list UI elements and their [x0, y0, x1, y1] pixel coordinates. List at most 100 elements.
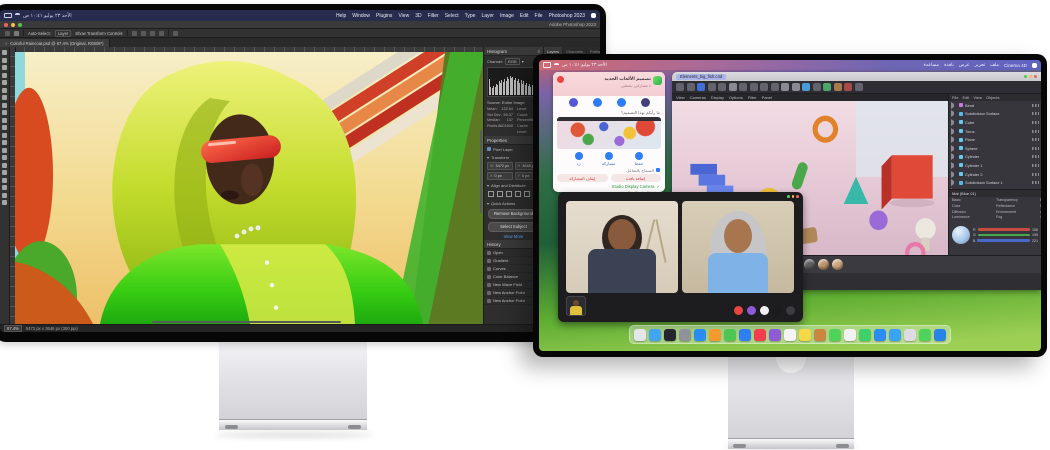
facetime-self-view[interactable]: [566, 296, 586, 316]
dock-notes[interactable]: [799, 329, 811, 341]
object-row[interactable]: Sphere: [949, 144, 1041, 153]
viewport-menu-item[interactable]: Filter: [748, 95, 757, 100]
end-call-button[interactable]: [734, 306, 743, 315]
horizontal-scrollbar[interactable]: [152, 321, 341, 323]
object-visibility-dots[interactable]: [1032, 138, 1039, 141]
object-visibility-dots[interactable]: [1032, 121, 1039, 124]
expand-caret-icon[interactable]: [951, 110, 957, 117]
checkbox-icon[interactable]: [656, 168, 660, 172]
menu-item[interactable]: Layer: [481, 13, 494, 19]
menu-item[interactable]: نافذة: [944, 62, 954, 68]
dock-photos[interactable]: [844, 329, 856, 341]
expand-caret-icon[interactable]: [951, 153, 957, 160]
align-center-icon[interactable]: [141, 31, 146, 36]
dynamics-icon[interactable]: [844, 83, 852, 91]
apple-menu-icon[interactable]: [1032, 63, 1037, 68]
object-visibility-dots[interactable]: [1032, 112, 1039, 115]
point-mode-icon[interactable]: [750, 83, 758, 91]
undo-icon[interactable]: [676, 83, 684, 91]
zoom-level-field[interactable]: 67.4%: [4, 325, 22, 332]
lasso-tool[interactable]: [2, 65, 7, 70]
dock-downloads-folder[interactable]: [649, 329, 661, 341]
align-left-icon[interactable]: [488, 191, 494, 197]
cinema4d-document-tab[interactable]: Elements_big_fish.c4d: [676, 74, 726, 80]
object-row[interactable]: Subdivision Surface: [949, 110, 1041, 119]
rgb-slider-row[interactable]: G 195: [973, 233, 1038, 237]
model-mode-icon[interactable]: [739, 83, 747, 91]
mograph-icon[interactable]: [823, 83, 831, 91]
menu-item[interactable]: Image: [500, 13, 514, 19]
rotate-tool-icon[interactable]: [718, 83, 726, 91]
zoom-window-button[interactable]: [1024, 75, 1027, 78]
material-preview-sphere[interactable]: [952, 226, 970, 244]
viewport-menu-item[interactable]: Cameras: [690, 95, 706, 100]
screenshare-button[interactable]: [747, 306, 756, 315]
history-brush-tool[interactable]: [2, 125, 7, 130]
material-editor-header[interactable]: Mat (Blue 01): [949, 189, 1041, 197]
move-tool-icon[interactable]: [697, 83, 705, 91]
object-row[interactable]: Cylinder 2: [949, 170, 1041, 179]
camera-button[interactable]: [773, 306, 782, 315]
menu-item[interactable]: 3D: [415, 13, 421, 19]
move-tool[interactable]: [2, 50, 7, 55]
object-row[interactable]: Torus: [949, 127, 1041, 136]
object-row[interactable]: Cube: [949, 118, 1041, 127]
align-right-icon[interactable]: [506, 191, 512, 197]
healing-brush-tool[interactable]: [2, 103, 7, 108]
spline-pen-icon[interactable]: [813, 83, 821, 91]
dock-pages[interactable]: [709, 329, 721, 341]
allow-interaction-row[interactable]: السماح بالتفاعل: [553, 166, 665, 174]
menu-item[interactable]: Edit: [520, 13, 529, 19]
window-control-dot[interactable]: [787, 195, 790, 198]
dock-safari[interactable]: [889, 329, 901, 341]
menu-item[interactable]: ملف: [990, 62, 999, 68]
align-right-icon[interactable]: [150, 31, 155, 36]
show-transform-label[interactable]: Show Transform Controls: [75, 31, 122, 36]
minimize-window-button[interactable]: [11, 23, 15, 27]
move-tool-icon[interactable]: [14, 31, 19, 36]
vertical-scrollbar[interactable]: [480, 130, 482, 213]
share-action[interactable]: مشاركة: [602, 152, 616, 166]
viewport-menu-item[interactable]: View: [676, 95, 685, 100]
eyedropper-tool[interactable]: [2, 95, 7, 100]
material-channel[interactable]: Fog: [996, 215, 1038, 221]
dock-calendar[interactable]: [784, 329, 796, 341]
clone-stamp-tool[interactable]: [2, 118, 7, 123]
render-view-icon[interactable]: [781, 83, 789, 91]
photoshop-canvas[interactable]: [10, 47, 483, 324]
object-menu-item[interactable]: View: [973, 95, 982, 100]
more-options-icon[interactable]: [173, 31, 178, 36]
dock-books[interactable]: [814, 329, 826, 341]
polygon-mode-icon[interactable]: [771, 83, 779, 91]
menu-item[interactable]: Plugins: [376, 13, 392, 19]
shared-screen-thumbnail[interactable]: [557, 117, 661, 149]
menu-item[interactable]: Window: [352, 13, 370, 19]
object-row[interactable]: Cylinder 1: [949, 161, 1041, 170]
eraser-tool[interactable]: [2, 133, 7, 138]
mic-button[interactable]: [760, 306, 769, 315]
material-swatch[interactable]: [832, 259, 843, 270]
dock-mail[interactable]: [874, 329, 886, 341]
auto-select-label[interactable]: Auto-Select:: [28, 31, 51, 36]
expand-caret-icon[interactable]: [951, 102, 957, 109]
slider-track[interactable]: [977, 239, 1030, 242]
home-icon[interactable]: [5, 31, 10, 36]
material-swatch[interactable]: [818, 259, 829, 270]
dock-finder[interactable]: [934, 329, 946, 341]
dock-podcasts[interactable]: [769, 329, 781, 341]
add-window-button[interactable]: إضافة نافذة: [611, 174, 662, 182]
audio-call-button[interactable]: [617, 98, 626, 107]
menu-item[interactable]: Select: [445, 13, 459, 19]
align-center-v-icon[interactable]: [524, 191, 530, 197]
menu-item[interactable]: Cinema 4D: [1004, 63, 1027, 68]
leave-call-button[interactable]: [557, 76, 564, 83]
coordinates-icon[interactable]: [729, 83, 737, 91]
window-control-dot[interactable]: [796, 195, 799, 198]
expand-caret-icon[interactable]: [951, 145, 957, 152]
dock-music[interactable]: [754, 329, 766, 341]
object-visibility-dots[interactable]: [1032, 164, 1039, 167]
close-window-button[interactable]: [1034, 75, 1037, 78]
blur-tool[interactable]: [2, 148, 7, 153]
object-visibility-dots[interactable]: [1032, 181, 1039, 184]
edge-mode-icon[interactable]: [760, 83, 768, 91]
